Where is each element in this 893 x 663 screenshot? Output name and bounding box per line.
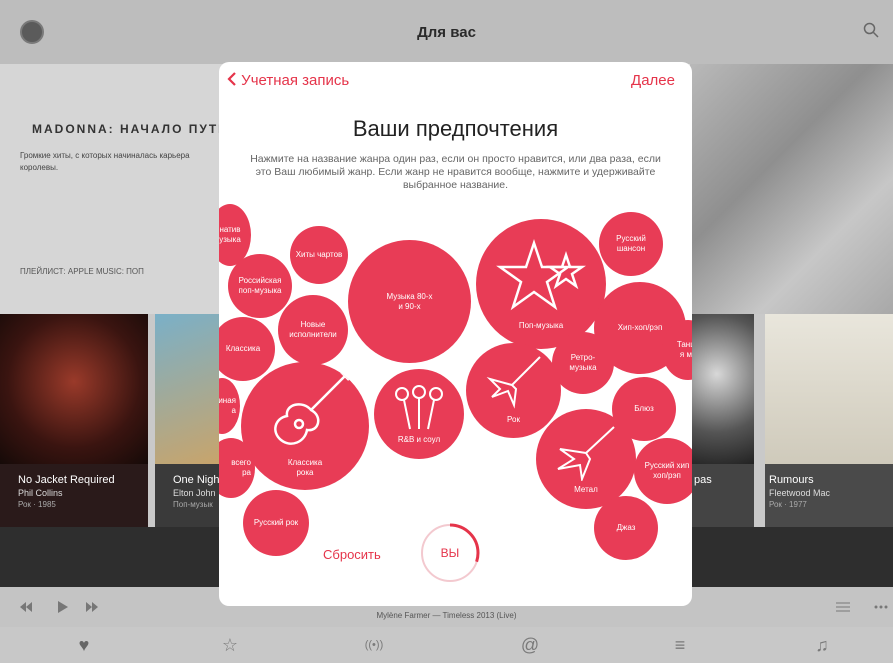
- album-cover: [765, 314, 893, 464]
- genre-bubble-hits[interactable]: Хиты чартов: [290, 226, 348, 284]
- album-meta: Поп-музык: [173, 500, 213, 509]
- preferences-modal: Учетная запись Далее Ваши предпочтения Н…: [219, 62, 692, 606]
- album-tile[interactable]: One Nigh Elton John Поп-музык: [155, 314, 225, 527]
- modal-instructions: Нажмите на название жанра один раз, если…: [250, 153, 661, 191]
- album-title: Rumours: [769, 474, 814, 486]
- genre-bubble-retro[interactable]: Ретро- музыка: [552, 332, 614, 394]
- genre-bubble-russian-rock[interactable]: Русский рок: [243, 490, 309, 556]
- genre-bubble-classic-rock[interactable]: Классика рока: [241, 362, 369, 490]
- hero-playlist: ПЛЕЙЛИСТ: APPLE MUSIC: ПОП: [20, 267, 144, 276]
- genre-bubble-80s-90s[interactable]: Музыка 80-х и 90-х: [348, 240, 471, 363]
- genre-bubble-russian-hiphop[interactable]: Русский хип хоп/рэп: [634, 438, 692, 504]
- search-icon[interactable]: [863, 22, 879, 38]
- tab-bar: ♥ ☆ ((•)) @ ≡ ♫: [0, 627, 893, 663]
- album-artist: Phil Collins: [18, 488, 63, 498]
- you-label: ВЫ: [440, 546, 460, 560]
- heart-icon[interactable]: ♥: [72, 633, 96, 657]
- genre-bubble-russian-pop[interactable]: Российская поп-музыка: [228, 254, 292, 318]
- back-button[interactable]: Учетная запись: [227, 72, 349, 89]
- modal-title: Ваши предпочтения: [352, 116, 559, 141]
- metal-guitar-icon: [557, 426, 615, 481]
- next-button[interactable]: Далее: [631, 72, 675, 89]
- nav-bar: Для вас: [0, 0, 893, 64]
- album-cover: [692, 314, 754, 464]
- microphones-icon: [395, 385, 443, 430]
- album-cover: [155, 314, 225, 464]
- genre-bubble-new-artists[interactable]: Новые исполнители: [278, 295, 348, 365]
- more-icon[interactable]: [874, 605, 888, 609]
- genre-bubble-rock[interactable]: Рок: [466, 343, 561, 438]
- hero-subtitle: Громкие хиты, с которых начиналась карье…: [20, 151, 190, 172]
- album-title: One Nigh: [173, 474, 220, 486]
- album-meta: Рок · 1985: [18, 500, 56, 509]
- album-artist: Elton John: [173, 488, 216, 498]
- album-title: pas: [694, 474, 712, 486]
- now-playing-text: Mylène Farmer — Timeless 2013 (Live): [376, 611, 517, 620]
- back-button-label: Учетная запись: [241, 72, 350, 89]
- reset-button[interactable]: Сбросить: [323, 547, 381, 562]
- album-cover: [0, 314, 148, 464]
- connect-icon[interactable]: @: [518, 633, 542, 657]
- music-note-icon[interactable]: ♫: [810, 633, 834, 657]
- list-icon[interactable]: [836, 601, 850, 613]
- star-icon[interactable]: ☆: [218, 633, 242, 657]
- electric-guitar-icon: [486, 356, 541, 409]
- radio-icon[interactable]: ((•)): [362, 633, 386, 657]
- genre-bubble-edge[interactable]: иная а: [219, 378, 240, 434]
- guitar-icon: [274, 371, 350, 445]
- chevron-left-icon: [227, 72, 236, 86]
- star-icon: [496, 239, 586, 311]
- genre-bubble-russian-chanson[interactable]: Русский шансон: [599, 212, 663, 276]
- hero-title: MADONNA: НАЧАЛО ПУТИ: [32, 122, 229, 136]
- album-title: No Jacket Required: [18, 474, 115, 486]
- hero-artwork: [690, 64, 893, 314]
- genre-bubble-rnb[interactable]: R&B и соул: [374, 369, 464, 459]
- album-tile[interactable]: Rumours Fleetwood Mac Рок · 1977: [765, 314, 893, 527]
- nav-title: Для вас: [417, 24, 476, 41]
- genre-bubble-pop[interactable]: Поп-музыка: [476, 219, 606, 349]
- genre-bubble-jazz[interactable]: Джаз: [594, 496, 658, 560]
- album-tile[interactable]: No Jacket Required Phil Collins Рок · 19…: [0, 314, 148, 527]
- genre-bubble-metal[interactable]: Метал: [536, 409, 636, 509]
- album-tile[interactable]: pas: [692, 314, 754, 527]
- album-meta: Рок · 1977: [769, 500, 807, 509]
- playlist-icon[interactable]: ≡: [668, 633, 692, 657]
- album-artist: Fleetwood Mac: [769, 488, 831, 498]
